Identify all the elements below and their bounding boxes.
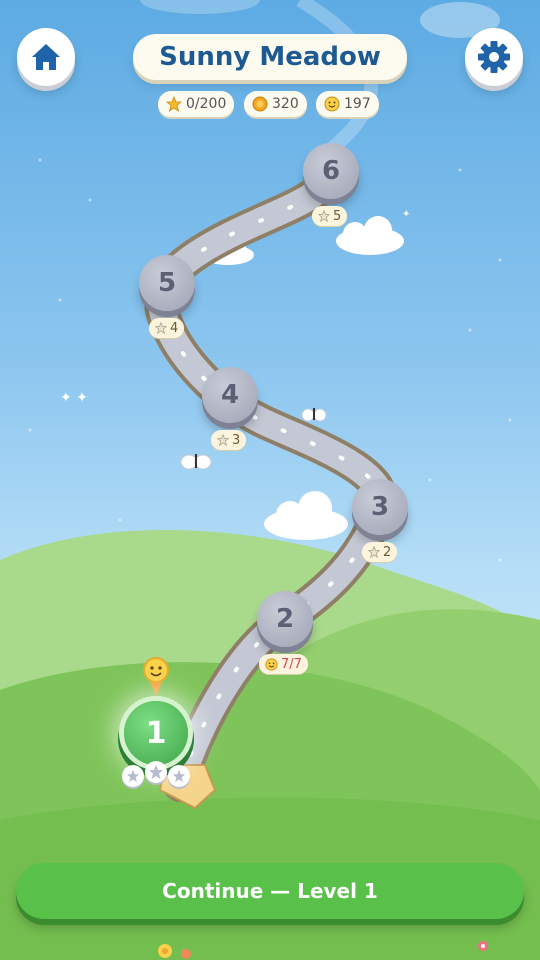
level-5-requirement: 4	[149, 318, 185, 338]
map-background: ✦ ✦ ✦	[0, 0, 540, 960]
star-empty-icon	[172, 769, 186, 783]
flower-decoration	[181, 949, 191, 959]
level-map-screen: ✦ ✦ ✦ Sunny Meadow 0/200 320 197 6 5 5 4…	[0, 0, 540, 960]
requirement-value: 5	[333, 208, 342, 224]
star-icon	[368, 546, 380, 558]
star-icon	[155, 322, 167, 334]
star-icon	[318, 210, 330, 222]
svg-text:✦ ✦: ✦ ✦	[60, 390, 88, 406]
home-button[interactable]	[17, 28, 75, 86]
settings-button[interactable]	[465, 28, 523, 86]
level-node-2[interactable]: 2	[257, 591, 313, 647]
world-title: Sunny Meadow	[133, 34, 407, 80]
requirement-value: 2	[383, 544, 392, 560]
continue-button[interactable]: Continue — Level 1	[16, 863, 524, 919]
smile-icon	[265, 657, 278, 671]
level-node-5[interactable]: 5	[139, 255, 195, 311]
gear-icon	[478, 41, 510, 73]
home-icon	[32, 44, 60, 70]
level-node-3[interactable]: 3	[352, 479, 408, 535]
star-empty-icon	[149, 765, 163, 779]
level-node-6[interactable]: 6	[303, 143, 359, 199]
stars-counter: 0/200	[158, 91, 235, 117]
level-6-requirement: 5	[312, 206, 348, 226]
coins-counter: 320	[244, 91, 307, 117]
star-icon	[166, 96, 182, 112]
butterfly-icon	[180, 454, 212, 470]
smiles-counter: 197	[316, 91, 379, 117]
coin-icon	[252, 96, 268, 112]
smile-icon	[324, 96, 340, 112]
flower-decoration	[478, 941, 488, 951]
requirement-value: 7/7	[281, 656, 302, 672]
coins-value: 320	[272, 96, 299, 112]
level-3-requirement: 2	[362, 542, 398, 562]
butterfly-icon	[301, 408, 327, 422]
flower-decoration	[158, 944, 172, 958]
level-1-star-slot	[145, 761, 167, 783]
level-node-1[interactable]: 1	[124, 701, 188, 765]
level-1-star-slot	[168, 765, 190, 787]
requirement-value: 4	[170, 320, 179, 336]
level-4-requirement: 3	[211, 430, 247, 450]
smiles-value: 197	[344, 96, 371, 112]
star-icon	[217, 434, 229, 446]
level-2-requirement: 7/7	[259, 654, 308, 674]
level-node-4[interactable]: 4	[202, 367, 258, 423]
stars-value: 0/200	[186, 96, 227, 112]
star-empty-icon	[126, 769, 140, 783]
requirement-value: 3	[232, 432, 241, 448]
level-1-star-slot	[122, 765, 144, 787]
svg-text:✦: ✦	[402, 209, 410, 220]
